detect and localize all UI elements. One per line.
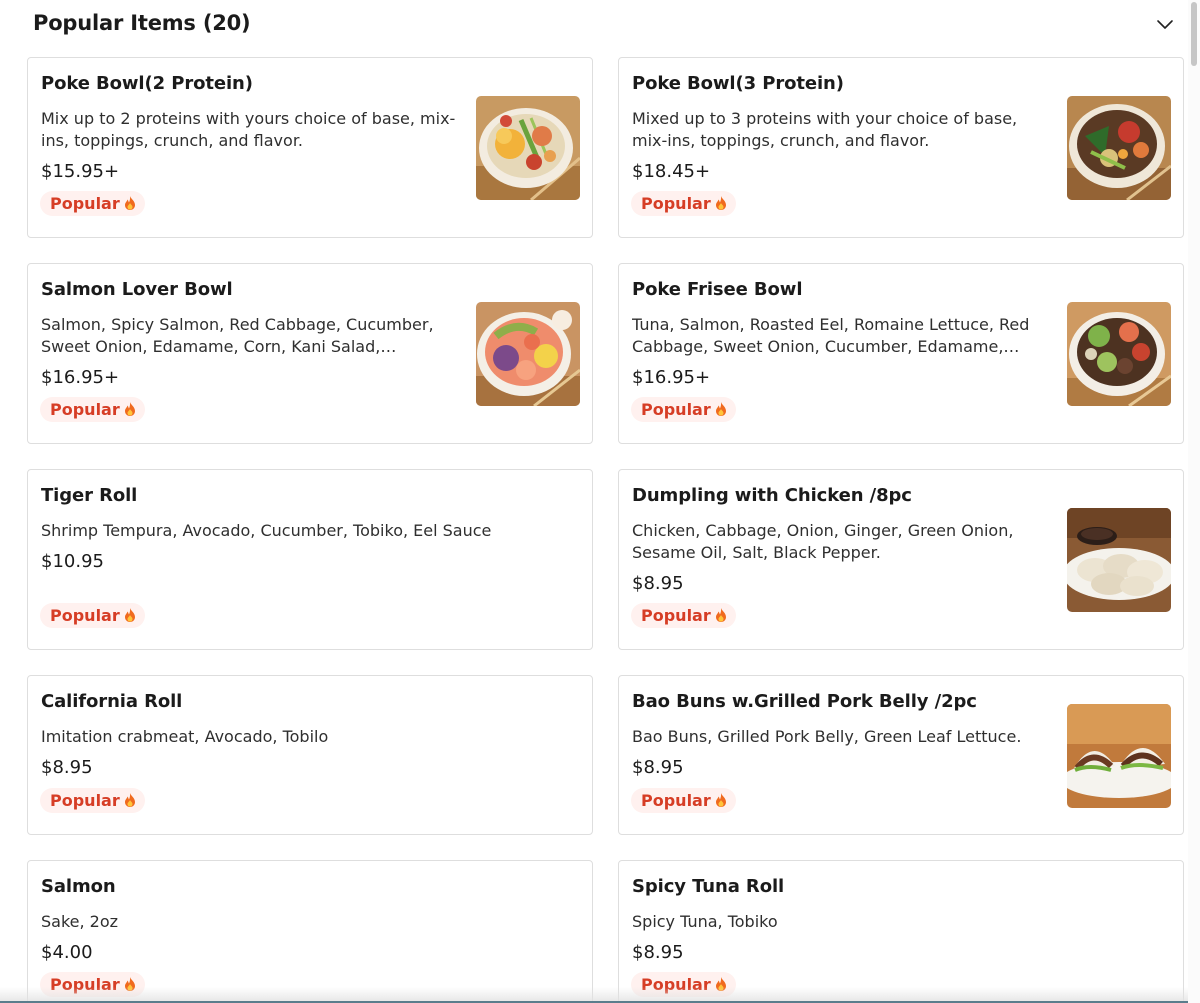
popular-badge: Popular [631,788,736,813]
item-price: $10.95 [41,551,104,572]
item-photo [1067,302,1171,406]
menu-item-card[interactable]: Poke Bowl(2 Protein) Mix up to 2 protein… [27,57,593,238]
item-description: Sake, 2oz [41,912,119,931]
item-description: Mix up to 2 proteins with yours choice o… [41,109,456,150]
item-price: $8.95 [632,942,684,963]
popular-badge: Popular [40,603,145,628]
item-price: $18.45+ [632,161,711,182]
item-name: Bao Buns w.Grilled Pork Belly /2pc [632,691,977,712]
menu-page: Popular Items (20) Poke Bowl(2 Protein) … [0,0,1200,1003]
fire-icon [713,401,729,417]
badge-label: Popular [641,400,711,419]
fire-icon [122,401,138,417]
scrollbar[interactable] [1188,0,1200,1003]
item-photo [1067,508,1171,612]
item-photo [1067,96,1171,200]
section-title: Popular Items (20) [33,11,251,35]
menu-item-card[interactable]: California Roll Imitation crabmeat, Avoc… [27,675,593,835]
item-name: Salmon Lover Bowl [41,279,233,300]
item-name: Poke Bowl(2 Protein) [41,73,253,94]
item-price: $4.00 [41,942,93,963]
menu-item-card[interactable]: Salmon Lover Bowl Salmon, Spicy Salmon, … [27,263,593,444]
item-description: Shrimp Tempura, Avocado, Cucumber, Tobik… [41,521,492,540]
item-name: Poke Frisee Bowl [632,279,803,300]
fire-icon [122,792,138,808]
item-description: Spicy Tuna, Tobiko [632,912,778,931]
item-name: Poke Bowl(3 Protein) [632,73,844,94]
item-description: Tuna, Salmon, Roasted Eel, Romaine Lettu… [632,315,1030,356]
popular-badge: Popular [631,191,736,216]
item-description: Chicken, Cabbage, Onion, Ginger, Green O… [632,521,1014,562]
menu-item-card[interactable]: Spicy Tuna Roll Spicy Tuna, Tobiko $8.95… [618,860,1184,1003]
popular-items-header: Popular Items (20) [0,0,1188,52]
popular-badge: Popular [40,788,145,813]
badge-label: Popular [641,606,711,625]
item-price: $16.95+ [632,367,711,388]
item-name: Tiger Roll [41,485,138,506]
item-photo [1067,704,1171,808]
item-description: Bao Buns, Grilled Pork Belly, Green Leaf… [632,727,1022,746]
menu-item-card[interactable]: Poke Bowl(3 Protein) Mixed up to 3 prote… [618,57,1184,238]
badge-label: Popular [50,400,120,419]
item-price: $15.95+ [41,161,120,182]
menu-item-card[interactable]: Tiger Roll Shrimp Tempura, Avocado, Cucu… [27,469,593,650]
fire-icon [122,607,138,623]
fire-icon [713,195,729,211]
badge-label: Popular [641,791,711,810]
item-description: Imitation crabmeat, Avocado, Tobilo [41,727,329,746]
item-name: Spicy Tuna Roll [632,876,785,897]
item-price: $8.95 [632,757,684,778]
item-name: Dumpling with Chicken /8pc [632,485,912,506]
fire-icon [713,607,729,623]
item-price: $8.95 [632,573,684,594]
popular-badge: Popular [40,191,145,216]
item-price: $16.95+ [41,367,120,388]
popular-badge: Popular [631,397,736,422]
item-photo [476,96,580,200]
badge-label: Popular [641,194,711,213]
fire-icon [713,792,729,808]
item-name: California Roll [41,691,183,712]
menu-item-card[interactable]: Salmon Sake, 2oz $4.00 Popular [27,860,593,1003]
item-photo [476,302,580,406]
menu-item-card[interactable]: Dumpling with Chicken /8pc Chicken, Cabb… [618,469,1184,650]
popular-badge: Popular [631,603,736,628]
item-description: Mixed up to 3 proteins with your choice … [632,109,1018,150]
popular-badge: Popular [40,397,145,422]
item-price: $8.95 [41,757,93,778]
badge-label: Popular [50,606,120,625]
badge-label: Popular [50,791,120,810]
badge-label: Popular [50,194,120,213]
menu-item-card[interactable]: Poke Frisee Bowl Tuna, Salmon, Roasted E… [618,263,1184,444]
item-description: Salmon, Spicy Salmon, Red Cabbage, Cucum… [41,315,434,356]
item-name: Salmon [41,876,116,897]
menu-item-card[interactable]: Bao Buns w.Grilled Pork Belly /2pc Bao B… [618,675,1184,835]
chevron-down-icon[interactable] [1152,12,1178,38]
scrollbar-thumb[interactable] [1191,2,1197,66]
fire-icon [122,195,138,211]
